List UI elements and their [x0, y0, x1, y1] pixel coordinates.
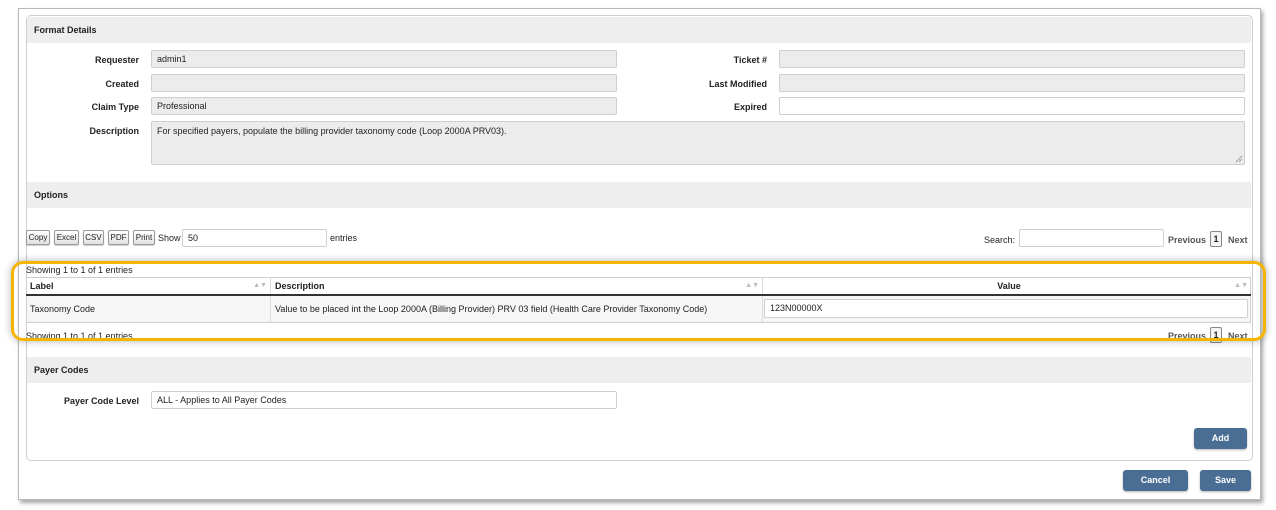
- pdf-button[interactable]: PDF: [108, 230, 129, 245]
- row-value-input[interactable]: 123N00000X: [764, 299, 1248, 318]
- column-header-label-text: Label: [30, 281, 54, 291]
- resize-grip-icon[interactable]: [1235, 155, 1243, 163]
- column-header-description[interactable]: Description ▲▼: [271, 278, 763, 294]
- options-header: Options: [27, 182, 1251, 208]
- last-modified-label: Last Modified: [709, 79, 767, 89]
- created-field[interactable]: [151, 74, 617, 92]
- save-button[interactable]: Save: [1200, 470, 1251, 491]
- show-entries-field[interactable]: 50: [182, 229, 327, 247]
- search-input[interactable]: [1019, 229, 1164, 247]
- search-label: Search:: [984, 235, 1016, 245]
- previous-link[interactable]: Previous: [1168, 235, 1206, 245]
- ticket-field[interactable]: [779, 50, 1245, 68]
- column-header-description-text: Description: [275, 281, 325, 291]
- page-1-button-bottom[interactable]: 1: [1210, 327, 1222, 343]
- sort-arrows-icon: ▲▼: [253, 282, 267, 289]
- format-details-header: Format Details: [27, 17, 1251, 43]
- claim-type-label: Claim Type: [91, 102, 139, 112]
- last-modified-field[interactable]: [779, 74, 1245, 92]
- page-1-button[interactable]: 1: [1210, 231, 1222, 247]
- next-link[interactable]: Next: [1228, 235, 1248, 245]
- sort-arrows-icon: ▲▼: [745, 282, 759, 289]
- description-label: Description: [89, 126, 139, 136]
- cancel-button[interactable]: Cancel: [1123, 470, 1188, 491]
- excel-button[interactable]: Excel: [54, 230, 79, 245]
- csv-button[interactable]: CSV: [83, 230, 104, 245]
- expired-label: Expired: [733, 102, 767, 112]
- add-button[interactable]: Add: [1194, 428, 1247, 449]
- entries-label: entries: [330, 233, 358, 243]
- requester-field[interactable]: admin1: [151, 50, 617, 68]
- requester-label: Requester: [94, 55, 139, 65]
- description-textarea[interactable]: For specified payers, populate the billi…: [151, 121, 1245, 165]
- payer-code-level-field[interactable]: ALL - Applies to All Payer Codes: [151, 391, 617, 409]
- description-text: For specified payers, populate the billi…: [157, 126, 507, 136]
- table-info-bottom: Showing 1 to 1 of 1 entries: [26, 331, 133, 341]
- column-header-value[interactable]: Value ▲▼: [763, 278, 1251, 294]
- sort-arrows-icon: ▲▼: [1234, 282, 1248, 289]
- table-info-top: Showing 1 to 1 of 1 entries: [26, 265, 133, 275]
- print-button[interactable]: Print: [133, 230, 155, 245]
- claim-type-field[interactable]: Professional: [151, 97, 617, 115]
- expired-field[interactable]: [779, 97, 1245, 115]
- payer-codes-header: Payer Codes: [27, 357, 1251, 383]
- ticket-label: Ticket #: [733, 55, 767, 65]
- created-label: Created: [105, 79, 139, 89]
- show-label: Show: [158, 233, 181, 243]
- copy-button[interactable]: Copy: [26, 230, 50, 245]
- row-label-cell: Taxonomy Code: [26, 296, 271, 322]
- column-header-value-text: Value: [997, 281, 1021, 291]
- row-description-cell: Value to be placed int the Loop 2000A (B…: [271, 296, 763, 322]
- next-link-bottom[interactable]: Next: [1228, 331, 1248, 341]
- previous-link-bottom[interactable]: Previous: [1168, 331, 1206, 341]
- payer-code-level-label: Payer Code Level: [63, 396, 139, 406]
- column-header-label[interactable]: Label ▲▼: [26, 278, 271, 294]
